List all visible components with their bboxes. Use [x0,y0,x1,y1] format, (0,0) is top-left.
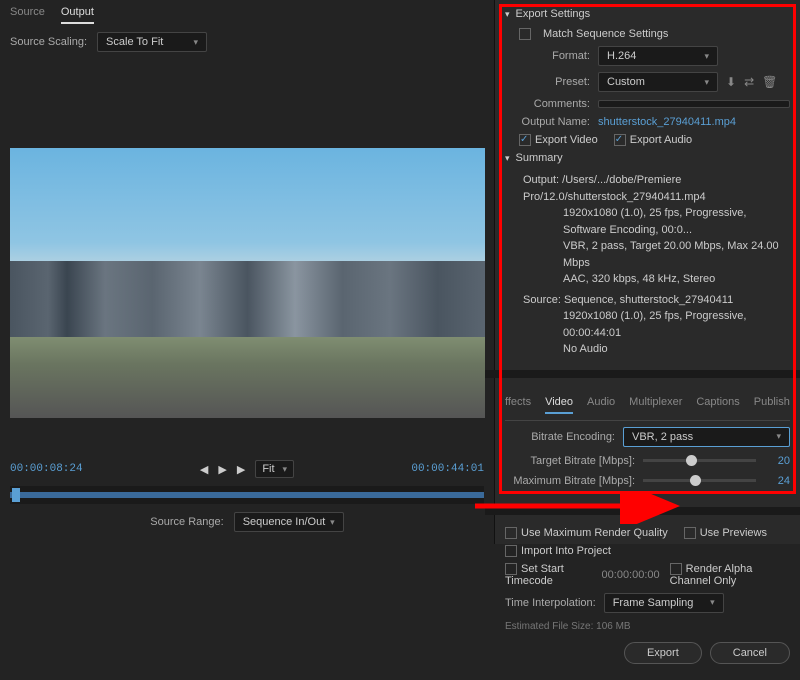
chevron-down-icon: ▾ [704,77,709,88]
match-sequence-checkbox[interactable] [519,28,531,40]
chevron-down-icon: ▾ [704,51,709,62]
tab-audio[interactable]: Audio [587,396,615,414]
format-dropdown[interactable]: H.264▾ [598,46,718,66]
time-interpolation-dropdown[interactable]: Frame Sampling▾ [604,593,724,613]
use-previews-checkbox[interactable] [684,527,696,539]
preview-tabs: Source Output [0,0,494,26]
export-audio-label: Export Audio [630,134,692,146]
render-alpha-checkbox[interactable] [670,563,682,575]
target-bitrate-label: Target Bitrate [Mbps]: [505,455,635,467]
tab-output[interactable]: Output [61,6,94,24]
export-settings-header[interactable]: ▾ Export Settings [505,8,790,20]
comments-input[interactable] [598,100,790,108]
source-scaling-label: Source Scaling: [10,36,87,48]
zoom-fit-dropdown[interactable]: Fit▾ [255,460,294,478]
match-sequence-label: Match Sequence Settings [543,28,668,40]
time-interpolation-label: Time Interpolation: [505,597,596,609]
tab-multiplexer[interactable]: Multiplexer [629,396,682,414]
summary-header[interactable]: ▾ Summary [505,152,790,164]
summary-text: Output: /Users/.../dobe/Premiere Pro/12.… [505,172,790,358]
max-render-quality-checkbox[interactable] [505,527,517,539]
cancel-button[interactable]: Cancel [710,642,790,664]
output-name-label: Output Name: [505,116,590,128]
step-forward-icon[interactable]: ▶ [237,463,245,476]
timeline-area: 00:00:08:24 ◀ ▶ ▶ Fit▾ 00:00:44:01 Sourc… [0,448,494,544]
source-range-label: Source Range: [150,516,223,528]
timecode-out[interactable]: 00:00:44:01 [411,463,484,475]
export-video-label: Export Video [535,134,598,146]
preset-dropdown[interactable]: Custom▾ [598,72,718,92]
output-name-link[interactable]: shutterstock_27940411.mp4 [598,116,736,128]
target-bitrate-slider[interactable] [643,459,756,462]
caret-down-icon: ▾ [505,9,510,20]
preset-label: Preset: [505,76,590,88]
video-preview [10,148,485,418]
playhead[interactable] [12,488,20,502]
delete-preset-icon[interactable]: 🗑 [762,75,777,89]
export-settings-panel: ▾ Export Settings Match Sequence Setting… [495,0,800,544]
comments-label: Comments: [505,98,590,110]
export-button[interactable]: Export [624,642,702,664]
timecode-in[interactable]: 00:00:08:24 [10,463,83,475]
source-range-dropdown[interactable]: Sequence In/Out▾ [234,512,344,532]
set-start-tc-checkbox[interactable] [505,563,517,575]
step-back-icon[interactable]: ◀ [200,463,208,476]
chevron-down-icon: ▾ [710,597,715,608]
start-tc-value: 00:00:00:00 [602,569,660,581]
caret-down-icon: ▾ [505,153,510,164]
use-previews-label: Use Previews [700,527,767,539]
tab-effects[interactable]: ffects [505,396,531,414]
import-project-checkbox[interactable] [505,545,517,557]
export-audio-checkbox[interactable] [614,134,626,146]
play-icon[interactable]: ▶ [218,463,226,476]
tab-source[interactable]: Source [10,6,45,24]
export-video-checkbox[interactable] [519,134,531,146]
source-scaling-dropdown[interactable]: Scale To Fit▾ [97,32,207,52]
import-preset-icon[interactable]: ⇄ [744,75,754,89]
save-preset-icon[interactable]: ⬇ [726,75,736,89]
estimated-file-size: Estimated File Size: 106 MB [505,619,790,634]
timeline-track[interactable] [10,486,484,504]
chevron-down-icon: ▾ [776,431,781,442]
tab-captions[interactable]: Captions [696,396,739,414]
chevron-down-icon: ▾ [194,37,199,48]
max-bitrate-label: Maximum Bitrate [Mbps]: [505,475,635,487]
import-project-label: Import Into Project [521,545,611,557]
chevron-down-icon: ▾ [283,464,288,475]
tab-video[interactable]: Video [545,396,573,414]
bitrate-encoding-dropdown[interactable]: VBR, 2 pass▾ [623,427,790,447]
bitrate-encoding-label: Bitrate Encoding: [505,431,615,443]
render-alpha-label: Render Alpha Channel Only [670,563,753,587]
encoding-tabs: ffects Video Audio Multiplexer Captions … [505,390,790,421]
max-bitrate-value[interactable]: 24 [764,475,790,487]
chevron-down-icon: ▾ [330,517,335,528]
target-bitrate-value[interactable]: 20 [764,455,790,467]
max-render-quality-label: Use Maximum Render Quality [521,527,668,539]
tab-publish[interactable]: Publish [754,396,790,414]
preview-panel: Source Output Source Scaling: Scale To F… [0,0,495,544]
format-label: Format: [505,50,590,62]
max-bitrate-slider[interactable] [643,479,756,482]
